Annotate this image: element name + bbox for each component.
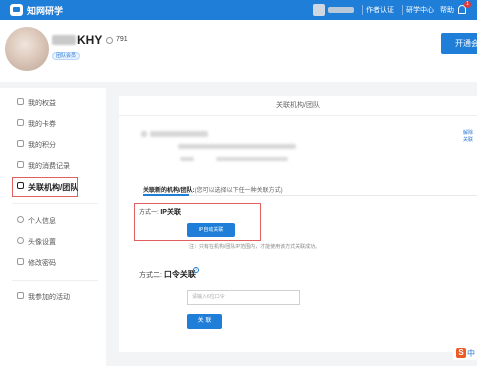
top-bar: 知网研学 作者认证 研学中心 帮助 1 (0, 0, 477, 20)
profile-header (0, 20, 477, 82)
username-blurred (52, 35, 76, 45)
section-tab-indicator (143, 194, 189, 196)
code-input[interactable]: 请输入6位口令 (187, 290, 300, 305)
link-button[interactable]: 关 联 (187, 314, 222, 329)
page-title: 关联机构/团队 (119, 96, 477, 116)
avatar[interactable] (5, 27, 49, 71)
ime-toolbar[interactable]: S 中 (453, 346, 477, 360)
study-center-link[interactable]: 研学中心 (406, 5, 434, 15)
ime-mode-label: 中 (467, 349, 475, 358)
section-divider (143, 195, 477, 196)
ime-logo-icon: S (456, 348, 466, 358)
activity-icon (17, 292, 24, 299)
points-icon (17, 140, 24, 147)
org-detail-blurred (180, 157, 194, 161)
section-title: 关联新的机构/团队:(您可以选择以下任一种关联方式) (143, 188, 283, 194)
camera-icon (17, 237, 24, 244)
coupon-icon (17, 119, 24, 126)
org-detail-blurred (216, 157, 288, 161)
lock-icon (17, 258, 24, 265)
author-cert-link[interactable]: 作者认证 (366, 5, 394, 15)
mini-avatar[interactable] (313, 4, 325, 16)
open-membership-button[interactable]: 开通会 (441, 33, 477, 54)
release-link[interactable]: 解除关联 (463, 129, 477, 143)
method-two-label: 方式二: 口令关联 (139, 270, 196, 279)
points-value: 791 (116, 36, 128, 43)
ip-note: 注：只有在机构/团队IP范围内，才能使用该方式关联成功。 (189, 244, 321, 250)
method-one-label: 方式一: IP关联 (139, 209, 181, 216)
help-link[interactable]: 帮助 (440, 5, 454, 15)
team-member-badge: 团队会员 (52, 52, 81, 60)
ip-auto-link-button[interactable]: IP自动关联 (187, 223, 235, 237)
notification-badge: 1 (464, 1, 471, 8)
help-icon[interactable]: ? (193, 267, 199, 273)
sidebar (0, 88, 106, 366)
brand-name[interactable]: 知网研学 (27, 4, 63, 17)
org-bullet (141, 131, 147, 137)
org-name-blurred (150, 131, 208, 137)
top-username[interactable] (328, 7, 354, 13)
coin-icon (106, 37, 113, 44)
org-detail-blurred (178, 144, 296, 149)
logo-icon[interactable] (10, 4, 23, 16)
username: KHY (77, 33, 103, 47)
organization-icon (17, 182, 24, 189)
sidebar-divider (12, 203, 98, 204)
user-icon (17, 216, 24, 223)
receipt-icon (17, 161, 24, 168)
gift-icon (17, 98, 24, 105)
sidebar-divider (12, 280, 98, 281)
